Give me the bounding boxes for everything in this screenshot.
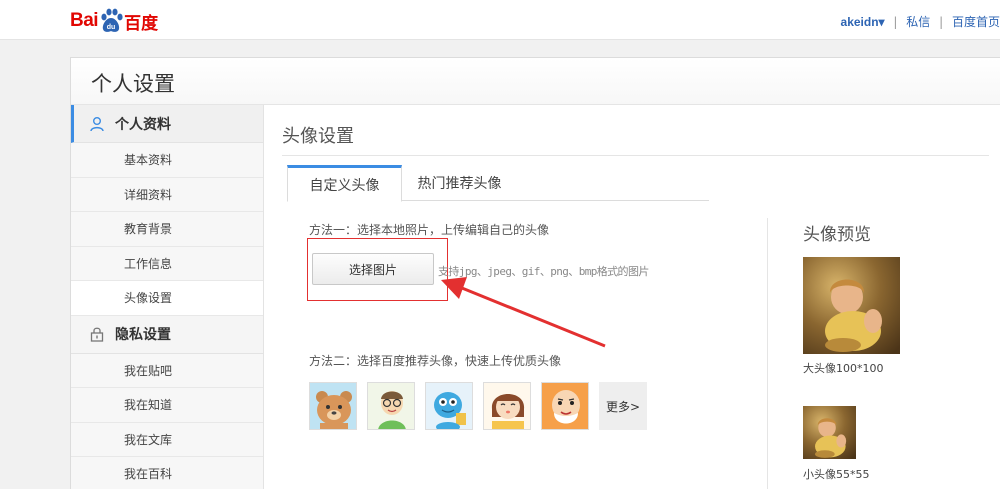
settings-panel: 个人设置 个人资料 基本资料 详细资料 教育背景 工作信息 头像设置 隐私设置 … — [70, 57, 1000, 489]
preview-title: 头像预览 — [803, 225, 871, 245]
select-image-button[interactable]: 选择图片 — [312, 253, 434, 285]
recommended-avatars: 更多> — [309, 382, 647, 430]
user-icon — [89, 116, 105, 132]
lock-icon — [89, 326, 105, 342]
tab-popular-avatars[interactable]: 热门推荐头像 — [402, 165, 517, 201]
baidu-home-link[interactable]: 百度首页 — [952, 15, 1000, 29]
recommended-avatar-boy-glasses[interactable] — [367, 382, 415, 430]
baidu-logo[interactable]: Bai du 百度 — [70, 6, 158, 36]
top-links: akeidn▾ | 私信 | 百度首页 — [841, 13, 1000, 30]
page-title: 个人设置 — [91, 72, 175, 96]
large-avatar-label: 大头像100*100 — [803, 362, 884, 375]
logo-text-bai: Bai — [70, 10, 99, 31]
small-avatar-preview — [803, 406, 856, 459]
divider — [767, 218, 768, 489]
sidebar-group-profile[interactable]: 个人资料 — [71, 105, 263, 143]
section-title: 头像设置 — [282, 126, 354, 147]
divider: | — [893, 15, 898, 29]
sidebar-item-tieba[interactable]: 我在贴吧 — [71, 353, 263, 388]
recommended-avatar-monk[interactable] — [541, 382, 589, 430]
top-bar: Bai du 百度 akeidn▾ | 私信 | 百度首页 — [0, 0, 1000, 40]
logo-text-du: du — [107, 24, 116, 31]
more-avatars-button[interactable]: 更多> — [599, 382, 647, 430]
recommended-avatar-bear[interactable] — [309, 382, 357, 430]
sidebar-item-education[interactable]: 教育背景 — [71, 212, 263, 247]
sidebar-item-work-info[interactable]: 工作信息 — [71, 246, 263, 281]
sidebar-item-avatar-settings[interactable]: 头像设置 — [71, 281, 263, 316]
sidebar-group-label: 隐私设置 — [115, 327, 171, 343]
sidebar-item-basic-info[interactable]: 基本资料 — [71, 143, 263, 178]
sidebar-item-baike[interactable]: 我在百科 — [71, 457, 263, 489]
avatar-tabs: 自定义头像 热门推荐头像 — [287, 165, 709, 202]
recommended-avatar-blue-cat[interactable] — [425, 382, 473, 430]
sidebar-group-label: 个人资料 — [115, 116, 171, 133]
panel-header: 个人设置 — [71, 58, 1000, 105]
format-hint: 支持jpg、jpeg、gif、png、bmp格式的图片 — [438, 265, 649, 278]
method-one-text: 方法一：选择本地照片，上传编辑自己的头像 — [309, 223, 550, 237]
recommended-avatar-girl[interactable] — [483, 382, 531, 430]
sidebar: 个人资料 基本资料 详细资料 教育背景 工作信息 头像设置 隐私设置 我在贴吧 … — [71, 105, 264, 489]
sidebar-item-detailed-info[interactable]: 详细资料 — [71, 177, 263, 212]
divider: | — [939, 15, 944, 29]
tab-custom-avatar[interactable]: 自定义头像 — [287, 165, 402, 202]
messages-link[interactable]: 私信 — [906, 15, 930, 29]
sidebar-item-zhidao[interactable]: 我在知道 — [71, 388, 263, 423]
sidebar-group-privacy[interactable]: 隐私设置 — [71, 315, 263, 354]
logo-text-baidu: 百度 — [124, 13, 159, 34]
divider — [282, 155, 989, 156]
paw-icon: du — [99, 8, 123, 34]
username-menu[interactable]: akeidn▾ — [841, 15, 885, 29]
method-two-text: 方法二：选择百度推荐头像，快速上传优质头像 — [309, 354, 562, 368]
small-avatar-label: 小头像55*55 — [803, 468, 870, 481]
sidebar-item-wenku[interactable]: 我在文库 — [71, 422, 263, 457]
large-avatar-preview — [803, 257, 900, 354]
